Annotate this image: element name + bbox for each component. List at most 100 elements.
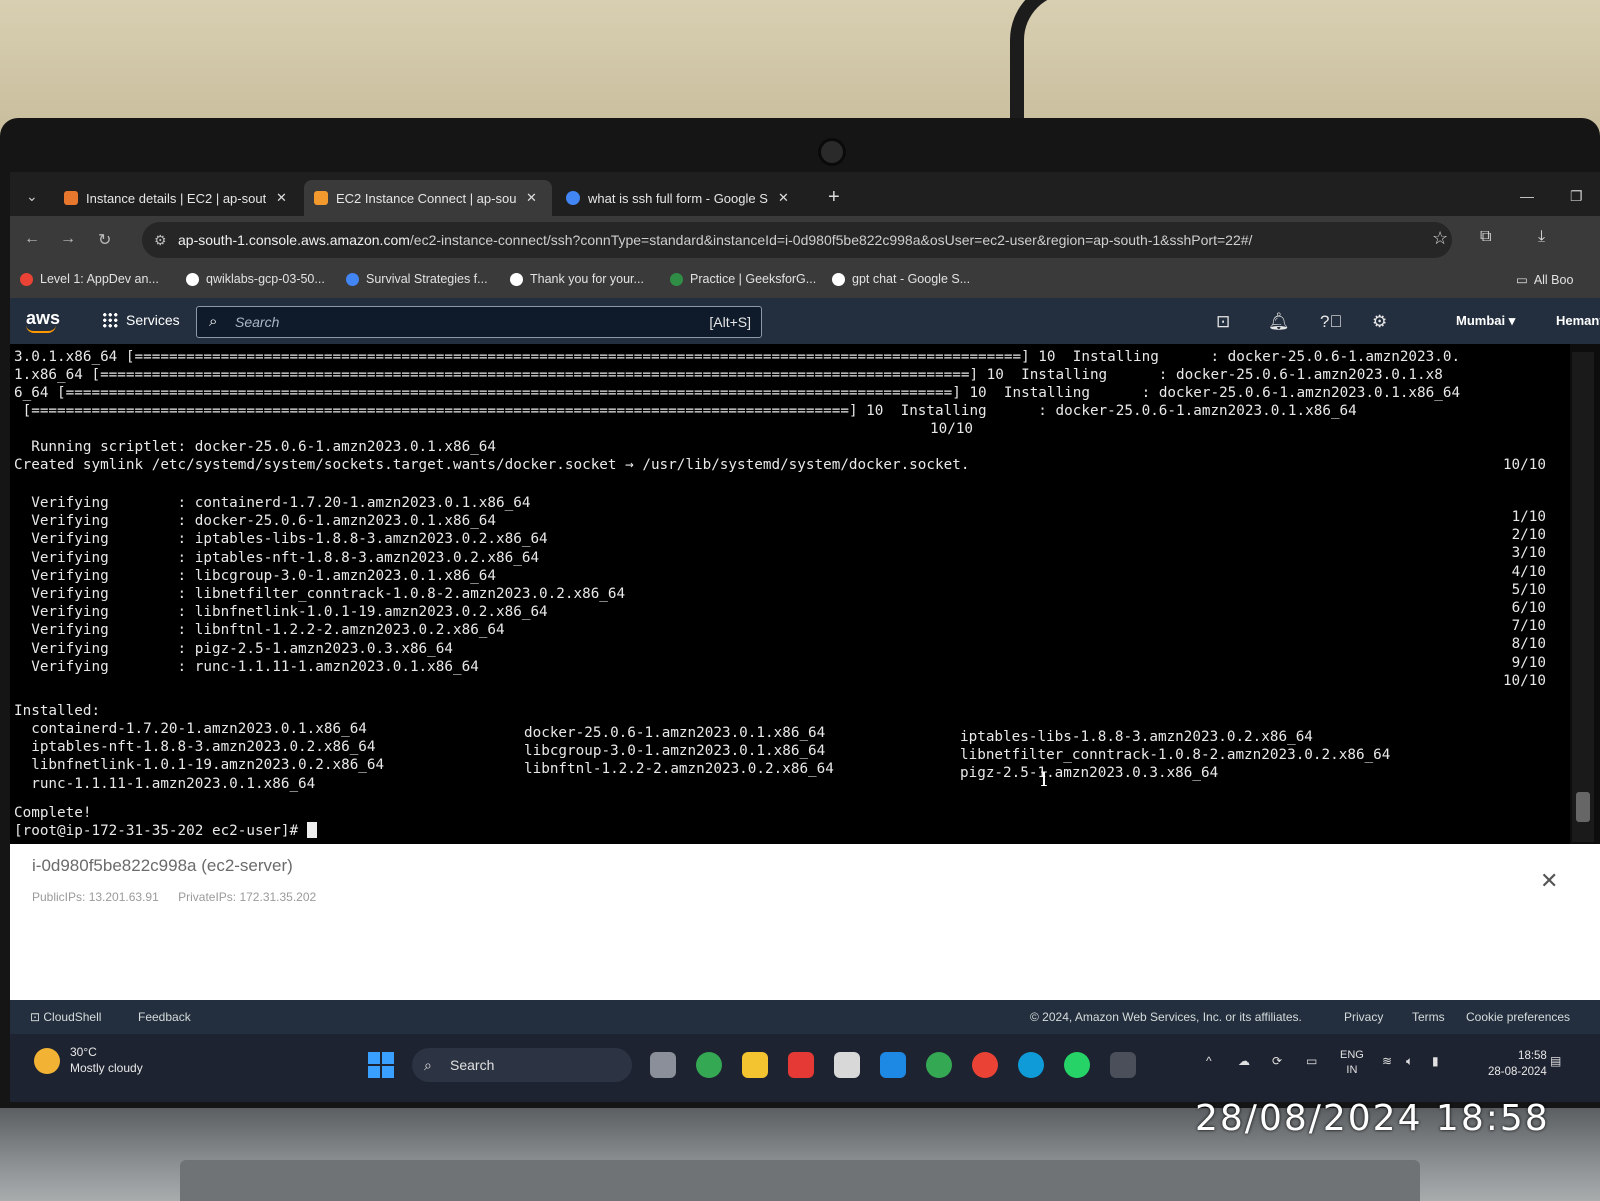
region-selector[interactable]: Mumbai ▾ [1456,313,1515,329]
weather-desc: Mostly cloudy [70,1061,143,1075]
notifications-bell-icon[interactable]: 🔔︎ [1268,312,1290,332]
feedback-link[interactable]: Feedback [138,1010,191,1024]
bookmark-item[interactable]: Thank you for your... [510,272,644,286]
progress-left: 3.0.1.x86_64 [ [14,349,135,365]
clock-date: 28-08-2024 [1488,1066,1547,1078]
webcam [818,138,846,166]
progress-left: 6_64 [ [14,385,66,401]
verifying-count: 10/10 [1502,672,1546,689]
close-tab-icon[interactable]: ✕ [276,190,287,206]
terminal-scrollbar[interactable] [1572,352,1594,842]
youtube-icon[interactable] [788,1052,814,1078]
progress-left: 1.x86_64 [ [14,367,101,383]
bookmark-item[interactable]: Survival Strategies f... [346,272,488,286]
bookmark-label: Level 1: AppDev an... [40,272,159,286]
download-icon[interactable]: ⤓ [1538,228,1545,246]
close-panel-icon[interactable]: ✕ [1540,868,1558,894]
close-tab-icon[interactable]: ✕ [526,190,537,206]
weather-widget[interactable]: 30°C Mostly cloudy [34,1044,143,1076]
restore-icon[interactable]: ❐ [1570,188,1583,205]
tab-label: EC2 Instance Connect | ap-sout [336,190,516,206]
wifi-icon[interactable]: ≋ [1382,1054,1392,1068]
chevron-up-icon[interactable]: ^ [1206,1054,1212,1068]
tab-instance-details[interactable]: Instance details | EC2 | ap-sout ✕ [54,180,302,216]
bookmark-star-icon[interactable]: ☆ [1432,228,1448,249]
chrome-icon[interactable] [696,1052,722,1078]
services-menu-button[interactable]: Services [102,312,180,328]
progress-right: ] 10 Installing : docker-25.0.6-1.amzn20… [848,403,1357,419]
taskbar-search[interactable]: ⌕ Search [412,1048,632,1082]
bookmark-item[interactable]: Practice | GeeksforG... [670,272,816,286]
tab-ec2-instance-connect[interactable]: EC2 Instance Connect | ap-sout ✕ [304,180,552,216]
battery-icon[interactable]: ▭ [1306,1054,1317,1068]
google-favicon-icon [566,191,580,205]
chrome-profile-icon[interactable] [926,1052,952,1078]
account-menu[interactable]: Hemanth [1556,313,1600,328]
extensions-icon[interactable]: ⧉ [1480,228,1491,246]
progress-right: ] 10 Installing : docker-25.0.6-1.amzn20… [952,385,1461,401]
bookmark-item[interactable]: gpt chat - Google S... [832,272,970,286]
ssh-terminal[interactable]: 3.0.1.x86_64 [==========================… [10,344,1570,844]
store-icon[interactable] [880,1052,906,1078]
language-indicator[interactable]: ENG IN [1340,1048,1364,1078]
verifying-count: 4/10 [1511,563,1546,580]
bookmark-item[interactable]: qwiklabs-gcp-03-50... [186,272,325,286]
scrollbar-thumb[interactable] [1576,792,1590,822]
verifying-count: 5/10 [1511,581,1546,598]
sync-icon[interactable]: ⟳ [1272,1054,1282,1068]
site-settings-icon[interactable]: ⚙ [154,222,167,258]
reload-icon[interactable]: ↻ [98,230,111,250]
privacy-link[interactable]: Privacy [1344,1010,1383,1024]
notification-icon[interactable]: ▤ [1550,1054,1561,1068]
bookmark-favicon-icon [670,272,683,286]
public-ips: PublicIPs: 13.201.63.91 [32,890,159,904]
bookmarks-bar: Level 1: AppDev an... qwiklabs-gcp-03-50… [10,264,1600,299]
notepad-icon[interactable] [834,1052,860,1078]
progress-right: ] 10 Installing : docker-25.0.6-1.amzn20… [1021,349,1461,365]
windows-start-icon[interactable] [368,1052,394,1078]
complete-line: Complete! [14,805,92,821]
help-icon[interactable]: ?⃝ [1320,312,1342,332]
file-explorer-icon[interactable] [742,1052,768,1078]
tab-google-search[interactable]: what is ssh full form - Google S ✕ [556,180,818,216]
onedrive-icon[interactable]: ☁ [1238,1054,1250,1068]
back-icon[interactable]: ← [24,230,40,248]
aws-search-input[interactable]: ⌕ Search [Alt+S] [196,306,762,338]
bookmark-label: Survival Strategies f... [366,272,488,286]
symlink-line: Created symlink /etc/systemd/system/sock… [14,457,970,473]
cookie-preferences-link[interactable]: Cookie preferences [1466,1010,1570,1024]
volume-icon[interactable]: 🔈︎ [1406,1054,1413,1069]
installed-package: runc-1.1.11-1.amzn2023.0.1.x86_64 [14,775,316,792]
edge-icon[interactable] [1018,1052,1044,1078]
tab-search-icon[interactable]: ⌄ [26,188,38,205]
cloudshell-link[interactable]: ⊡ CloudShell [30,1010,101,1024]
new-tab-button[interactable]: + [828,186,840,209]
address-bar-row: ← → ↻ ⚙ ap-south-1.console.aws.amazon.co… [10,216,1600,264]
task-view-icon[interactable] [650,1052,676,1078]
aws-logo-text: aws [26,308,61,328]
verifying-line: Verifying : iptables-libs-1.8.8-3.amzn20… [14,531,548,548]
forward-icon[interactable]: → [60,230,76,248]
shell-prompt[interactable]: [root@ip-172-31-35-202 ec2-user]# [14,822,317,840]
settings-gear-icon[interactable]: ⚙ [1372,312,1387,332]
url-path: /ec2-instance-connect/ssh?connType=stand… [409,232,1253,248]
private-ips: PrivateIPs: 172.31.35.202 [178,890,317,904]
url-input[interactable]: ⚙ ap-south-1.console.aws.amazon.com/ec2-… [142,222,1452,258]
terminal-app-icon[interactable] [1110,1052,1136,1078]
aws-logo[interactable]: aws [26,308,60,333]
taskbar-search-label: Search [450,1057,495,1073]
taskbar-clock[interactable]: 18:58 28-08-2024 [1488,1048,1547,1080]
whatsapp-icon[interactable] [1064,1052,1090,1078]
chrome-profile-icon[interactable] [972,1052,998,1078]
close-tab-icon[interactable]: ✕ [778,190,789,206]
terms-link[interactable]: Terms [1412,1010,1445,1024]
verifying-line: Verifying : iptables-nft-1.8.8-3.amzn202… [14,549,540,566]
search-shortcut: [Alt+S] [709,314,751,330]
cloudshell-icon[interactable]: ⊡ [1216,312,1230,332]
bookmark-favicon-icon [20,272,33,286]
progress-line: 1.x86_64 [==============================… [14,366,1443,384]
all-bookmarks[interactable]: ▭ All Boo [1516,272,1573,288]
minimize-icon[interactable]: — [1520,188,1534,204]
bookmark-item[interactable]: Level 1: AppDev an... [20,272,159,286]
battery-status-icon[interactable]: ▮ [1432,1054,1439,1068]
